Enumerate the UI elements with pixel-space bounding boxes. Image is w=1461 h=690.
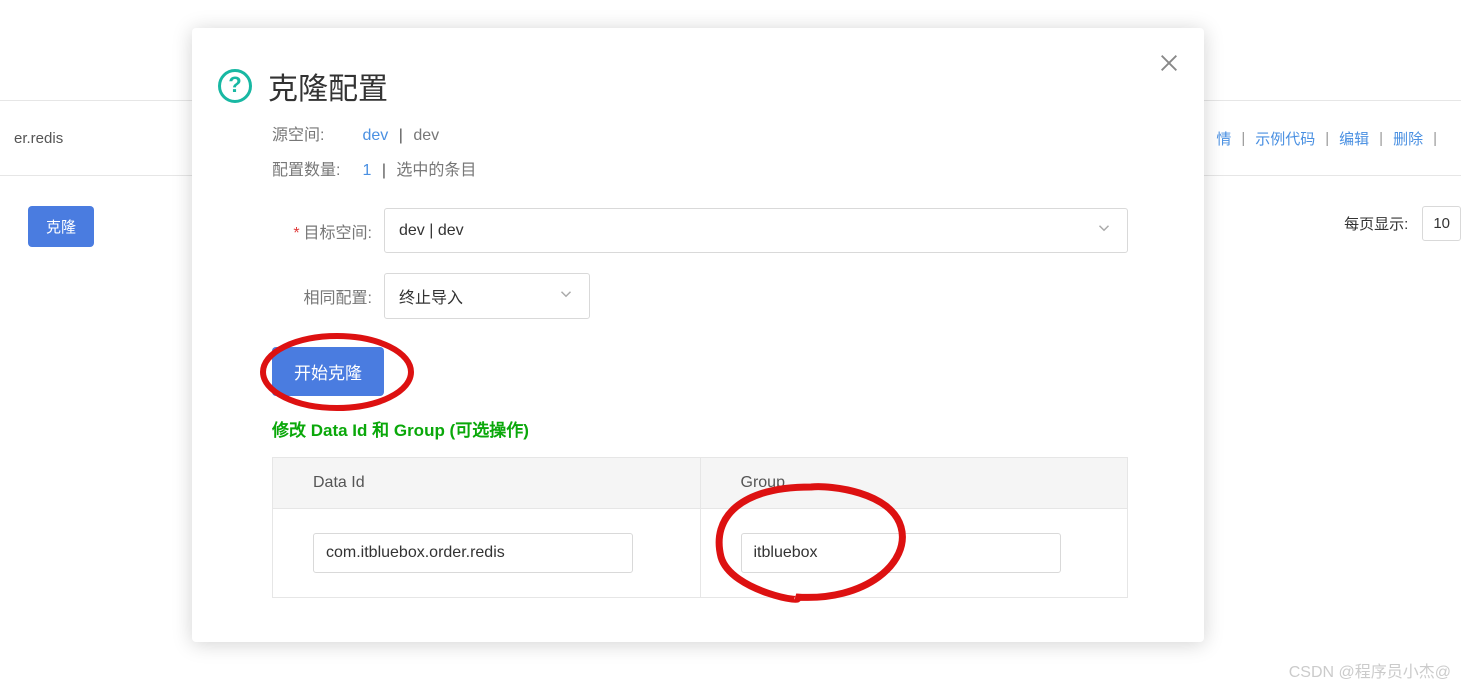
source-space-label: 源空间: [272,118,358,153]
edit-table: Data Id Group [272,457,1128,598]
data-id-input[interactable] [313,533,633,573]
close-icon[interactable] [1152,46,1186,80]
clone-config-modal: 克隆配置 源空间: dev | dev 配置数量: 1 | 选中的条目 *目标空… [192,28,1204,642]
cell-data-id [273,509,701,598]
separator: | [382,162,386,179]
modal-overlay: 克隆配置 源空间: dev | dev 配置数量: 1 | 选中的条目 *目标空… [0,0,1461,690]
source-space-name: dev [413,127,439,144]
same-config-select[interactable]: 终止导入 [384,273,590,319]
separator: | [399,127,403,144]
cell-group [700,509,1128,598]
table-header-row: Data Id Group [273,458,1128,509]
table-row [273,509,1128,598]
chevron-down-icon [1095,219,1113,242]
question-icon [218,69,252,103]
config-count-line: 配置数量: 1 | 选中的条目 [272,153,1148,188]
same-config-value: 终止导入 [399,284,463,308]
group-input[interactable] [741,533,1061,573]
modal-title: 克隆配置 [268,64,388,108]
same-config-label: 相同配置: [248,284,372,308]
header-data-id: Data Id [273,458,701,509]
target-space-label: *目标空间: [248,219,372,243]
config-count-value: 1 [362,162,371,179]
modal-meta: 源空间: dev | dev 配置数量: 1 | 选中的条目 [272,118,1148,188]
source-space-link[interactable]: dev [362,127,388,144]
optional-section-title: 修改 Data Id 和 Group (可选操作) [272,416,1148,441]
start-clone-wrap: 开始克隆 [272,347,384,396]
target-space-value: dev | dev [399,222,464,240]
start-clone-button[interactable]: 开始克隆 [272,347,384,396]
modal-header: 克隆配置 [218,64,1148,108]
config-count-suffix: 选中的条目 [396,162,476,179]
source-space-line: 源空间: dev | dev [272,118,1148,153]
config-count-label: 配置数量: [272,153,358,188]
chevron-down-icon [557,285,575,308]
header-group: Group [700,458,1128,509]
target-space-select[interactable]: dev | dev [384,208,1128,253]
same-config-row: 相同配置: 终止导入 [248,273,1148,319]
target-space-row: *目标空间: dev | dev [248,208,1148,253]
